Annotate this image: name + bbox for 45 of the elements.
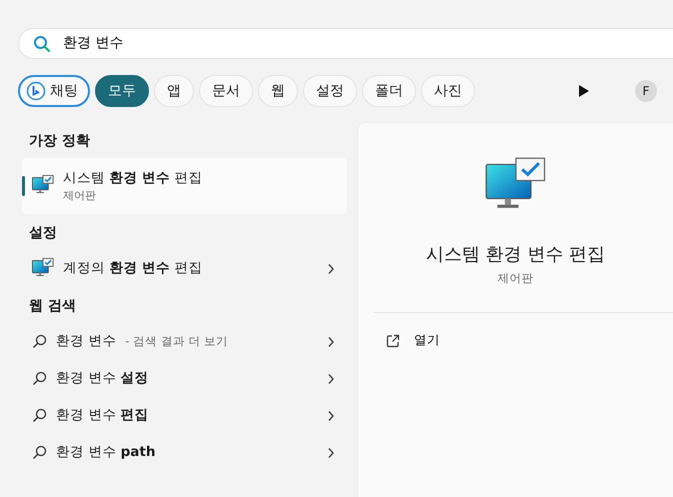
- search-box[interactable]: 환경 변수: [18, 28, 673, 59]
- result-item[interactable]: 환경 변수 설정: [22, 360, 347, 397]
- result-subtitle: 제어판: [63, 188, 97, 204]
- preview-subtitle: 제어판: [496, 270, 534, 287]
- filter-tab[interactable]: 사진: [421, 75, 475, 107]
- result-title: 환경 변수 path: [56, 443, 156, 462]
- result-item[interactable]: 환경 변수 path: [22, 434, 347, 471]
- filter-tab[interactable]: 설정: [303, 75, 357, 107]
- result-title: 환경 변수 편집: [56, 406, 149, 426]
- filter-tab[interactable]: 채팅: [18, 75, 90, 107]
- search-icon: [32, 445, 47, 460]
- filter-tab[interactable]: 폴더: [362, 75, 416, 107]
- chevron-icon: [327, 410, 335, 422]
- filter-tab[interactable]: 앱: [154, 75, 194, 107]
- open-action[interactable]: 열기: [358, 331, 440, 350]
- section-heading: 설정: [28, 224, 58, 243]
- result-title: 계정의 환경 변수 편집: [63, 259, 202, 278]
- preview-title: 시스템 환경 변수 편집: [424, 243, 606, 267]
- result-title: 환경 변수 설정: [56, 369, 149, 388]
- section-heading: 웹 검색: [28, 297, 77, 316]
- result-item[interactable]: 계정의 환경 변수 편집: [22, 250, 347, 287]
- selection-indicator: [22, 176, 25, 196]
- result-title: 시스템 환경 변수 편집: [63, 170, 202, 186]
- search-icon: [32, 334, 47, 349]
- filter-tab[interactable]: 웹: [258, 75, 298, 107]
- filter-tab[interactable]: 문서: [199, 75, 253, 107]
- chevron-icon: [327, 446, 335, 458]
- result-title: 환경 변수: [56, 332, 116, 352]
- account-avatar[interactable]: F: [635, 80, 657, 102]
- chevron-icon: [327, 336, 335, 348]
- section-heading: 가장 정확: [28, 132, 91, 151]
- result-hint: - 검색 결과 더 보기: [125, 332, 228, 350]
- search-icon: [32, 408, 47, 423]
- result-item[interactable]: 시스템 환경 변수 편집 제어판: [22, 158, 347, 214]
- search-icon: [33, 34, 51, 52]
- search-icon: [32, 371, 47, 386]
- chevron-icon: [327, 372, 335, 384]
- chat-icon: [26, 81, 46, 101]
- filter-tab[interactable]: 모두: [95, 75, 149, 107]
- result-item[interactable]: 환경 변수 편집: [22, 397, 347, 434]
- external-link-icon: [386, 334, 400, 348]
- play-icon[interactable]: [578, 84, 590, 98]
- search-input[interactable]: 환경 변수: [63, 33, 673, 54]
- result-item[interactable]: 환경 변수 - 검색 결과 더 보기: [22, 323, 347, 360]
- chevron-icon: [327, 262, 335, 274]
